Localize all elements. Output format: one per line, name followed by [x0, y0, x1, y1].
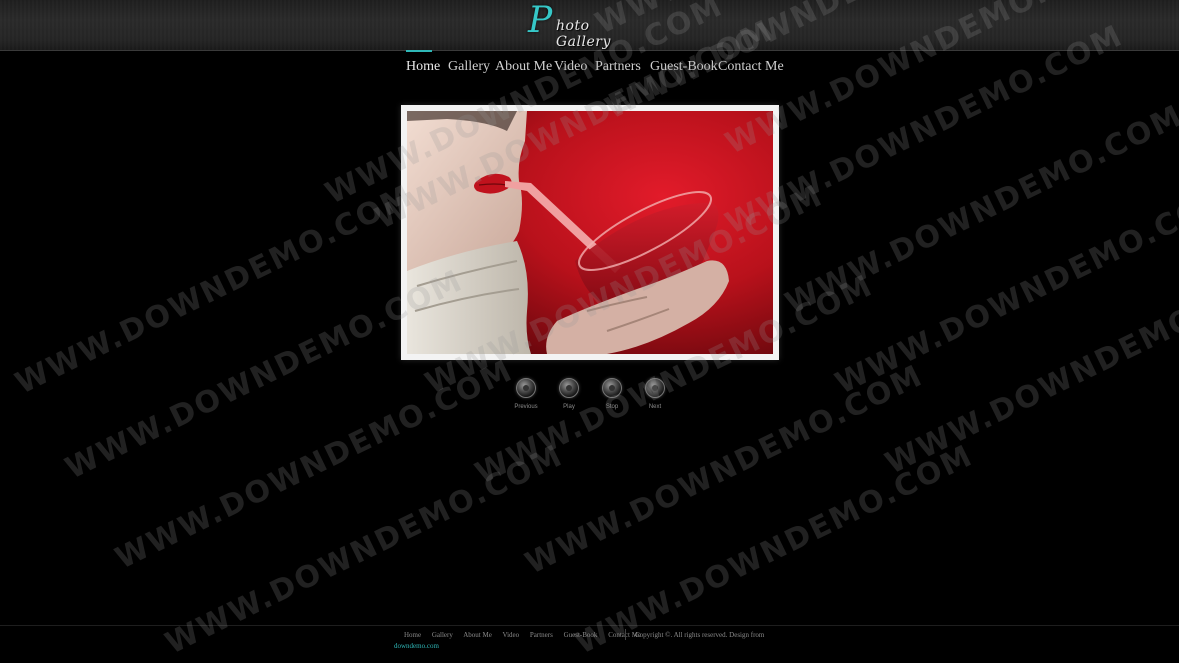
gallery-photo[interactable]: [407, 111, 773, 354]
footer-nav: Home Gallery About Me Video Partners Gue…: [404, 631, 650, 643]
stop-button[interactable]: Stop: [592, 378, 632, 410]
previous-icon: [516, 378, 536, 398]
footer-domain-link[interactable]: downdemo.com: [394, 642, 439, 650]
footer-link-partners[interactable]: Partners: [530, 631, 553, 639]
photo-illustration: [407, 111, 773, 354]
nav-item-guest-book[interactable]: Guest-Book: [650, 59, 718, 75]
main-nav: Home Gallery About Me Video Partners Gue…: [0, 50, 1179, 90]
site-logo[interactable]: P hoto Gallery: [528, 0, 638, 50]
footer-link-guest-book[interactable]: Guest-Book: [564, 631, 598, 639]
footer-link-gallery[interactable]: Gallery: [432, 631, 453, 639]
footer-divider: [625, 629, 626, 640]
photo-frame: [401, 105, 779, 360]
next-icon: [645, 378, 665, 398]
next-label: Next: [648, 404, 662, 410]
nav-active-indicator: [406, 50, 432, 52]
nav-item-video[interactable]: Video: [554, 59, 587, 75]
watermark-text: WWW.DOWNDEMO.COM: [10, 178, 419, 402]
nav-item-label: Video: [554, 59, 588, 74]
previous-label: Previous: [514, 404, 538, 410]
previous-button[interactable]: Previous: [506, 378, 546, 410]
next-button[interactable]: Next: [635, 378, 675, 410]
nav-item-contact-me[interactable]: Contact Me: [718, 59, 784, 75]
nav-item-label: Contact Me: [718, 59, 784, 74]
nav-item-label: About Me: [495, 59, 553, 74]
play-icon: [559, 378, 579, 398]
watermark-text: WWW.DOWNDEMO.COM: [830, 178, 1179, 402]
slideshow-controls: Previous Play Stop Next: [0, 378, 1179, 413]
watermark-text: WWW.DOWNDEMO.COM: [780, 98, 1179, 322]
nav-item-about-me[interactable]: About Me: [495, 59, 552, 75]
nav-item-label: Gallery: [448, 59, 490, 74]
stop-icon: [602, 378, 622, 398]
nav-item-label: Home: [406, 59, 441, 74]
logo-initial: P: [528, 0, 553, 41]
play-label: Play: [563, 404, 575, 410]
nav-item-gallery[interactable]: Gallery: [448, 59, 490, 75]
nav-item-label: Guest-Book: [650, 59, 718, 74]
footer-link-home[interactable]: Home: [404, 631, 421, 639]
footer-link-video[interactable]: Video: [502, 631, 519, 639]
page: P hoto Gallery Home Gallery About Me Vid…: [0, 0, 1179, 663]
footer-link-about-me[interactable]: About Me: [463, 631, 492, 639]
stop-label: Stop: [605, 404, 619, 410]
footer: Home Gallery About Me Video Partners Gue…: [0, 625, 1179, 663]
nav-item-label: Partners: [595, 59, 641, 74]
nav-item-home[interactable]: Home: [406, 50, 441, 75]
nav-item-partners[interactable]: Partners: [595, 59, 641, 75]
copyright-text: Copyright ©. All rights reserved. Design…: [635, 631, 765, 639]
logo-text: hoto Gallery: [556, 18, 611, 50]
play-button[interactable]: Play: [549, 378, 589, 410]
watermark-text: WWW.DOWNDEMO.COM: [880, 258, 1179, 482]
